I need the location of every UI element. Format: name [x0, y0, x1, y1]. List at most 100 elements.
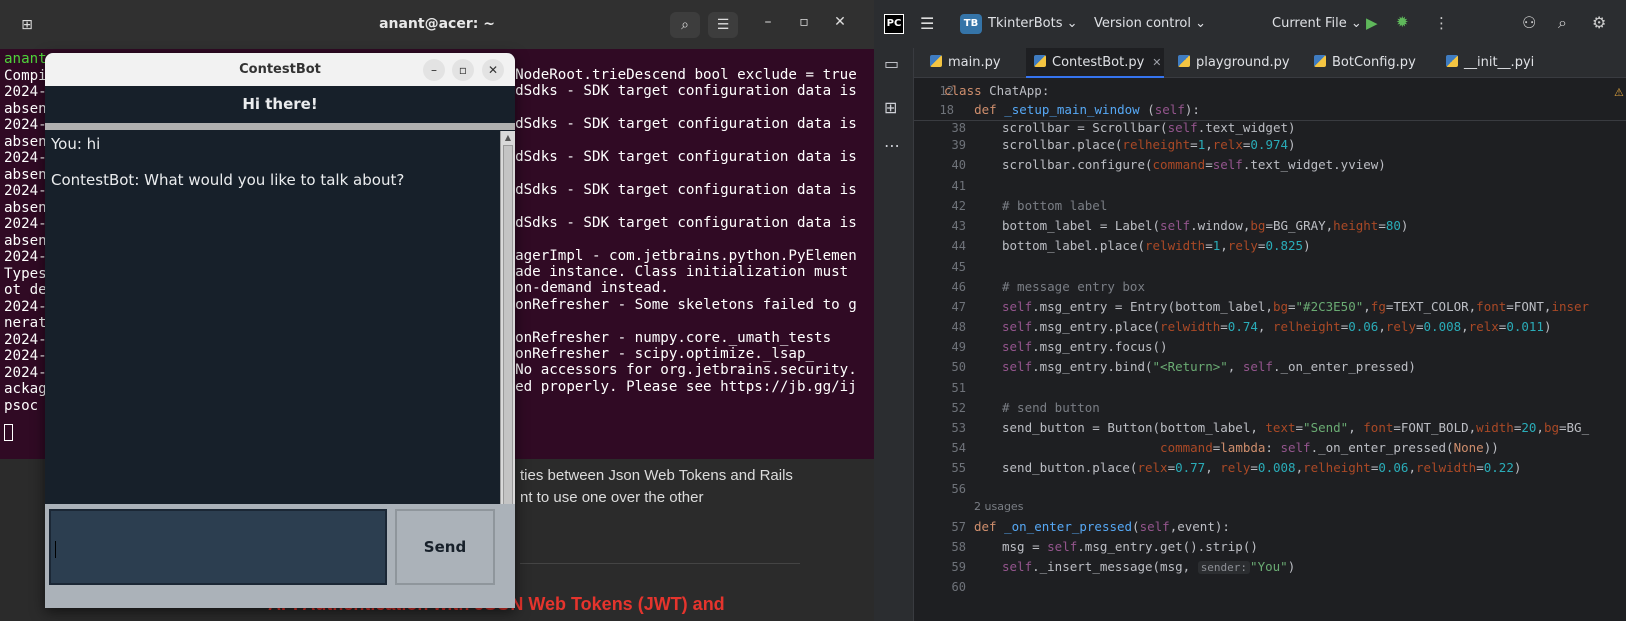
sticky-line[interactable]: class ChatApp: — [944, 83, 1049, 98]
terminal-line: ized properly. Please see https://jb.gg/… — [498, 379, 857, 395]
code-line: self.msg_entry.place(relwidth=0.74, relh… — [1002, 319, 1552, 334]
line-number: 46 — [951, 280, 966, 294]
line-number: 48 — [951, 320, 966, 334]
maximize-icon[interactable]: ▫ — [794, 14, 814, 30]
project-badge: TB — [960, 14, 982, 34]
code-line: scrollbar = Scrollbar(self.text_widget) — [1002, 120, 1296, 135]
run-icon[interactable]: ▶ — [1366, 14, 1378, 32]
chat-message: ContestBot: What would you like to talk … — [51, 171, 405, 189]
code-line: # message entry box — [1002, 279, 1145, 294]
run-config-label: Current File — [1272, 16, 1347, 31]
warning-icon[interactable]: ⚠ — [1614, 86, 1624, 99]
code-line: self.msg_entry.focus() — [1002, 339, 1168, 354]
tab-playground-py[interactable]: playground.py — [1170, 48, 1300, 78]
line-number: 43 — [951, 219, 966, 233]
send-button[interactable]: Send — [395, 509, 495, 585]
terminal-line: Compi — [4, 67, 47, 84]
structure-icon[interactable]: ⊞ — [884, 98, 897, 117]
terminal-line: 2024- — [4, 364, 47, 381]
code-line: self._insert_message(msg, sender: "You") — [1002, 559, 1296, 574]
project-folder-icon[interactable]: ▭ — [884, 54, 899, 73]
code-line: # bottom label — [1002, 198, 1108, 213]
sticky-lines: 12 class ChatApp: 18 def _setup_main_win… — [914, 79, 1626, 121]
code-line: bottom_label.place(relwidth=1,rely=0.825… — [1002, 238, 1311, 253]
debug-icon[interactable]: ✹ — [1396, 13, 1409, 31]
terminal-line: 2024- — [4, 117, 47, 133]
terminal-line: anant — [4, 51, 47, 67]
line-number: 42 — [951, 199, 966, 213]
minimize-icon[interactable]: – — [758, 14, 778, 30]
article-text-line-1: ties between Json Web Tokens and Rails — [520, 467, 793, 484]
terminal-line: Types — [4, 265, 47, 282]
code-line: msg = self.msg_entry.get().strip() — [1002, 539, 1258, 554]
tab-botconfig-py[interactable]: BotConfig.py — [1306, 48, 1432, 78]
head-label: Hi there! — [45, 86, 515, 123]
terminal-line: absen — [4, 133, 47, 150]
terminal-line: absen — [4, 166, 47, 183]
sticky-line[interactable]: def _setup_main_window (self): — [944, 102, 1200, 117]
minimize-icon[interactable]: – — [423, 59, 445, 81]
divider — [520, 563, 800, 564]
code-line: def _on_enter_pressed(self,event): — [974, 519, 1230, 534]
hamburger-menu-icon[interactable]: ☰ — [708, 12, 738, 38]
main-menu-icon[interactable]: ☰ — [920, 14, 934, 33]
usages-hint[interactable]: 2 usages — [974, 500, 1023, 513]
add-user-icon[interactable]: ⚇ — [1522, 13, 1536, 32]
line-number: 44 — [951, 239, 966, 253]
search-icon[interactable]: ⌕ — [1558, 13, 1567, 33]
python-file-icon — [930, 55, 942, 67]
settings-icon[interactable]: ⚙ — [1592, 13, 1606, 32]
ide-toolbar: PC ☰ TB TkinterBots ⌄ Version control ⌄ … — [874, 0, 1626, 48]
line-number: 59 — [951, 560, 966, 574]
message-entry[interactable] — [49, 509, 387, 585]
terminal-line: 2024- — [4, 183, 47, 199]
scrollbar-thumb[interactable] — [503, 145, 513, 554]
terminal-line: 2024- — [4, 348, 47, 364]
more-tools-icon[interactable]: ⋯ — [884, 136, 900, 155]
terminal-line: 2024- — [4, 150, 47, 166]
code-line: scrollbar.configure(command=self.text_wi… — [1002, 157, 1386, 172]
search-icon[interactable]: ⌕ — [670, 12, 700, 38]
maximize-icon[interactable]: ▫ — [452, 59, 474, 81]
line-number: 38 — [951, 121, 966, 135]
scroll-up-arrow-icon[interactable]: ▲ — [503, 133, 513, 143]
line-number: 53 — [951, 421, 966, 435]
line-number: 39 — [951, 138, 966, 152]
tab-label: ContestBot.py — [1052, 55, 1145, 70]
project-selector[interactable]: TkinterBots ⌄ — [988, 16, 1078, 31]
terminal-line: 2024- — [4, 331, 47, 348]
line-number: 56 — [951, 482, 966, 496]
terminal-line: 2024- — [4, 84, 47, 100]
version-control-menu[interactable]: Version control ⌄ — [1094, 16, 1206, 31]
run-config-selector[interactable]: Current File ⌄ — [1272, 16, 1362, 31]
text-caret — [55, 541, 56, 558]
terminal-line: 2024- — [4, 216, 47, 232]
terminal-line: - No accessors for org.jetbrains.securit… — [498, 362, 857, 378]
terminal-line: sedSdks - SDK target configuration data … — [498, 116, 857, 132]
line-number: 50 — [951, 360, 966, 374]
line-number: 51 — [951, 381, 966, 395]
code-line: send_button = Button(bottom_label, text=… — [1002, 420, 1590, 435]
article-text-line-2: nt to use one over the other — [520, 489, 704, 506]
terminal-line: e on-demand instead. — [498, 280, 669, 296]
tab-contestbot-py[interactable]: ContestBot.py ✕ — [1026, 48, 1164, 78]
chat-scrollbar[interactable]: ▲ ▼ — [500, 131, 515, 568]
terminal-cursor — [4, 424, 13, 441]
tab-main-py[interactable]: main.py — [924, 48, 1019, 78]
line-number: 57 — [951, 520, 966, 534]
line-number: 60 — [951, 580, 966, 594]
more-actions-icon[interactable]: ⋮ — [1434, 14, 1449, 32]
terminal-line: absen — [4, 100, 47, 117]
close-icon[interactable]: ✕ — [482, 59, 504, 81]
divider — [45, 123, 515, 130]
tab-label: main.py — [948, 55, 1001, 70]
tab-label: __init__.pyi — [1464, 55, 1535, 70]
contestbot-titlebar: ContestBot – ▫ ✕ — [45, 53, 515, 86]
close-tab-icon[interactable]: ✕ — [1152, 56, 1161, 69]
close-icon[interactable]: ✕ — [830, 14, 850, 30]
tab-init-pyi[interactable]: __init__.pyi — [1438, 48, 1548, 78]
terminal-line: absen — [4, 199, 47, 216]
line-number: 52 — [951, 401, 966, 415]
line-number: 55 — [951, 461, 966, 475]
tool-window-bar: ▭ ⊞ ⋯ — [874, 48, 914, 621]
